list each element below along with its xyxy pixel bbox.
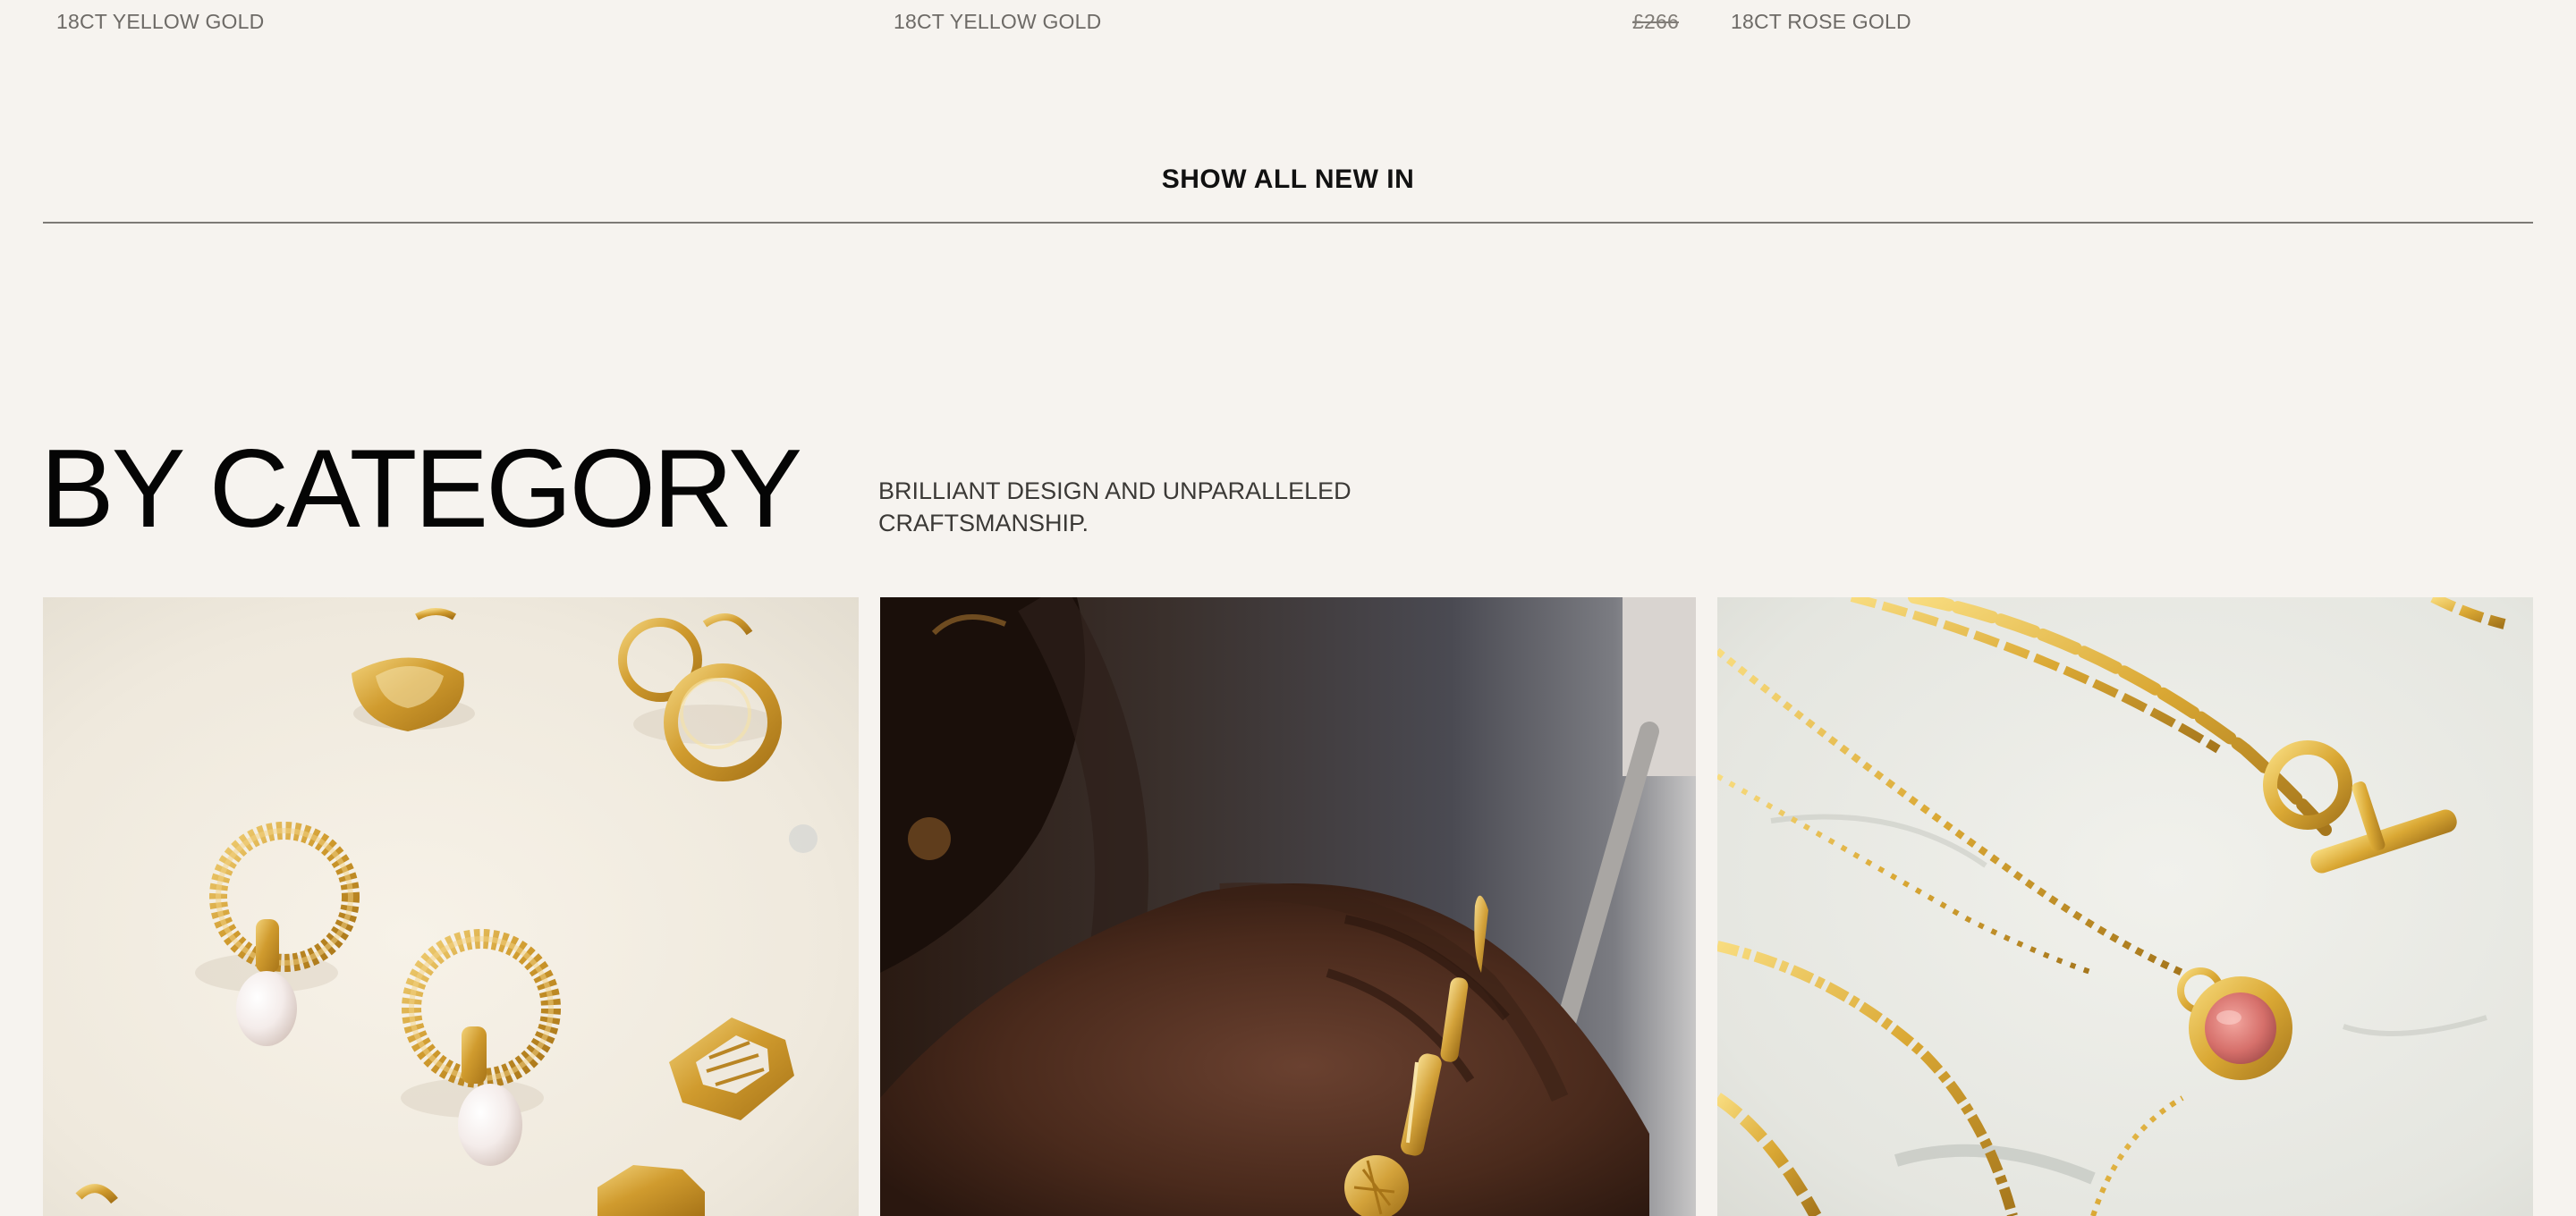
category-tile-rings[interactable]: rings-photo xyxy=(880,597,1696,1216)
product-material-2: 18CT YELLOW GOLD xyxy=(894,10,1102,33)
category-tile-earrings[interactable]: earrings-photo xyxy=(43,597,859,1216)
earrings-photo xyxy=(43,597,859,1216)
category-title: BY CATEGORY xyxy=(40,427,802,551)
product-price-strikethrough: £266 xyxy=(1632,10,1679,33)
rings-photo xyxy=(880,597,1696,1216)
product-material-1: 18CT YELLOW GOLD xyxy=(56,10,265,33)
category-tile-necklaces[interactable]: necklaces-photo xyxy=(1717,597,2533,1216)
product-meta-row: 18CT YELLOW GOLD 18CT YELLOW GOLD £266 1… xyxy=(0,7,2576,43)
show-all-new-in-label: SHOW ALL NEW IN xyxy=(1161,165,1415,194)
category-subtitle: BRILLIANT DESIGN AND UNPARALLELED CRAFTS… xyxy=(878,477,1352,536)
show-all-new-in-link[interactable]: SHOW ALL NEW IN xyxy=(43,152,2533,224)
product-material-3: 18CT ROSE GOLD xyxy=(1731,10,1911,33)
necklaces-photo xyxy=(1717,597,2533,1216)
